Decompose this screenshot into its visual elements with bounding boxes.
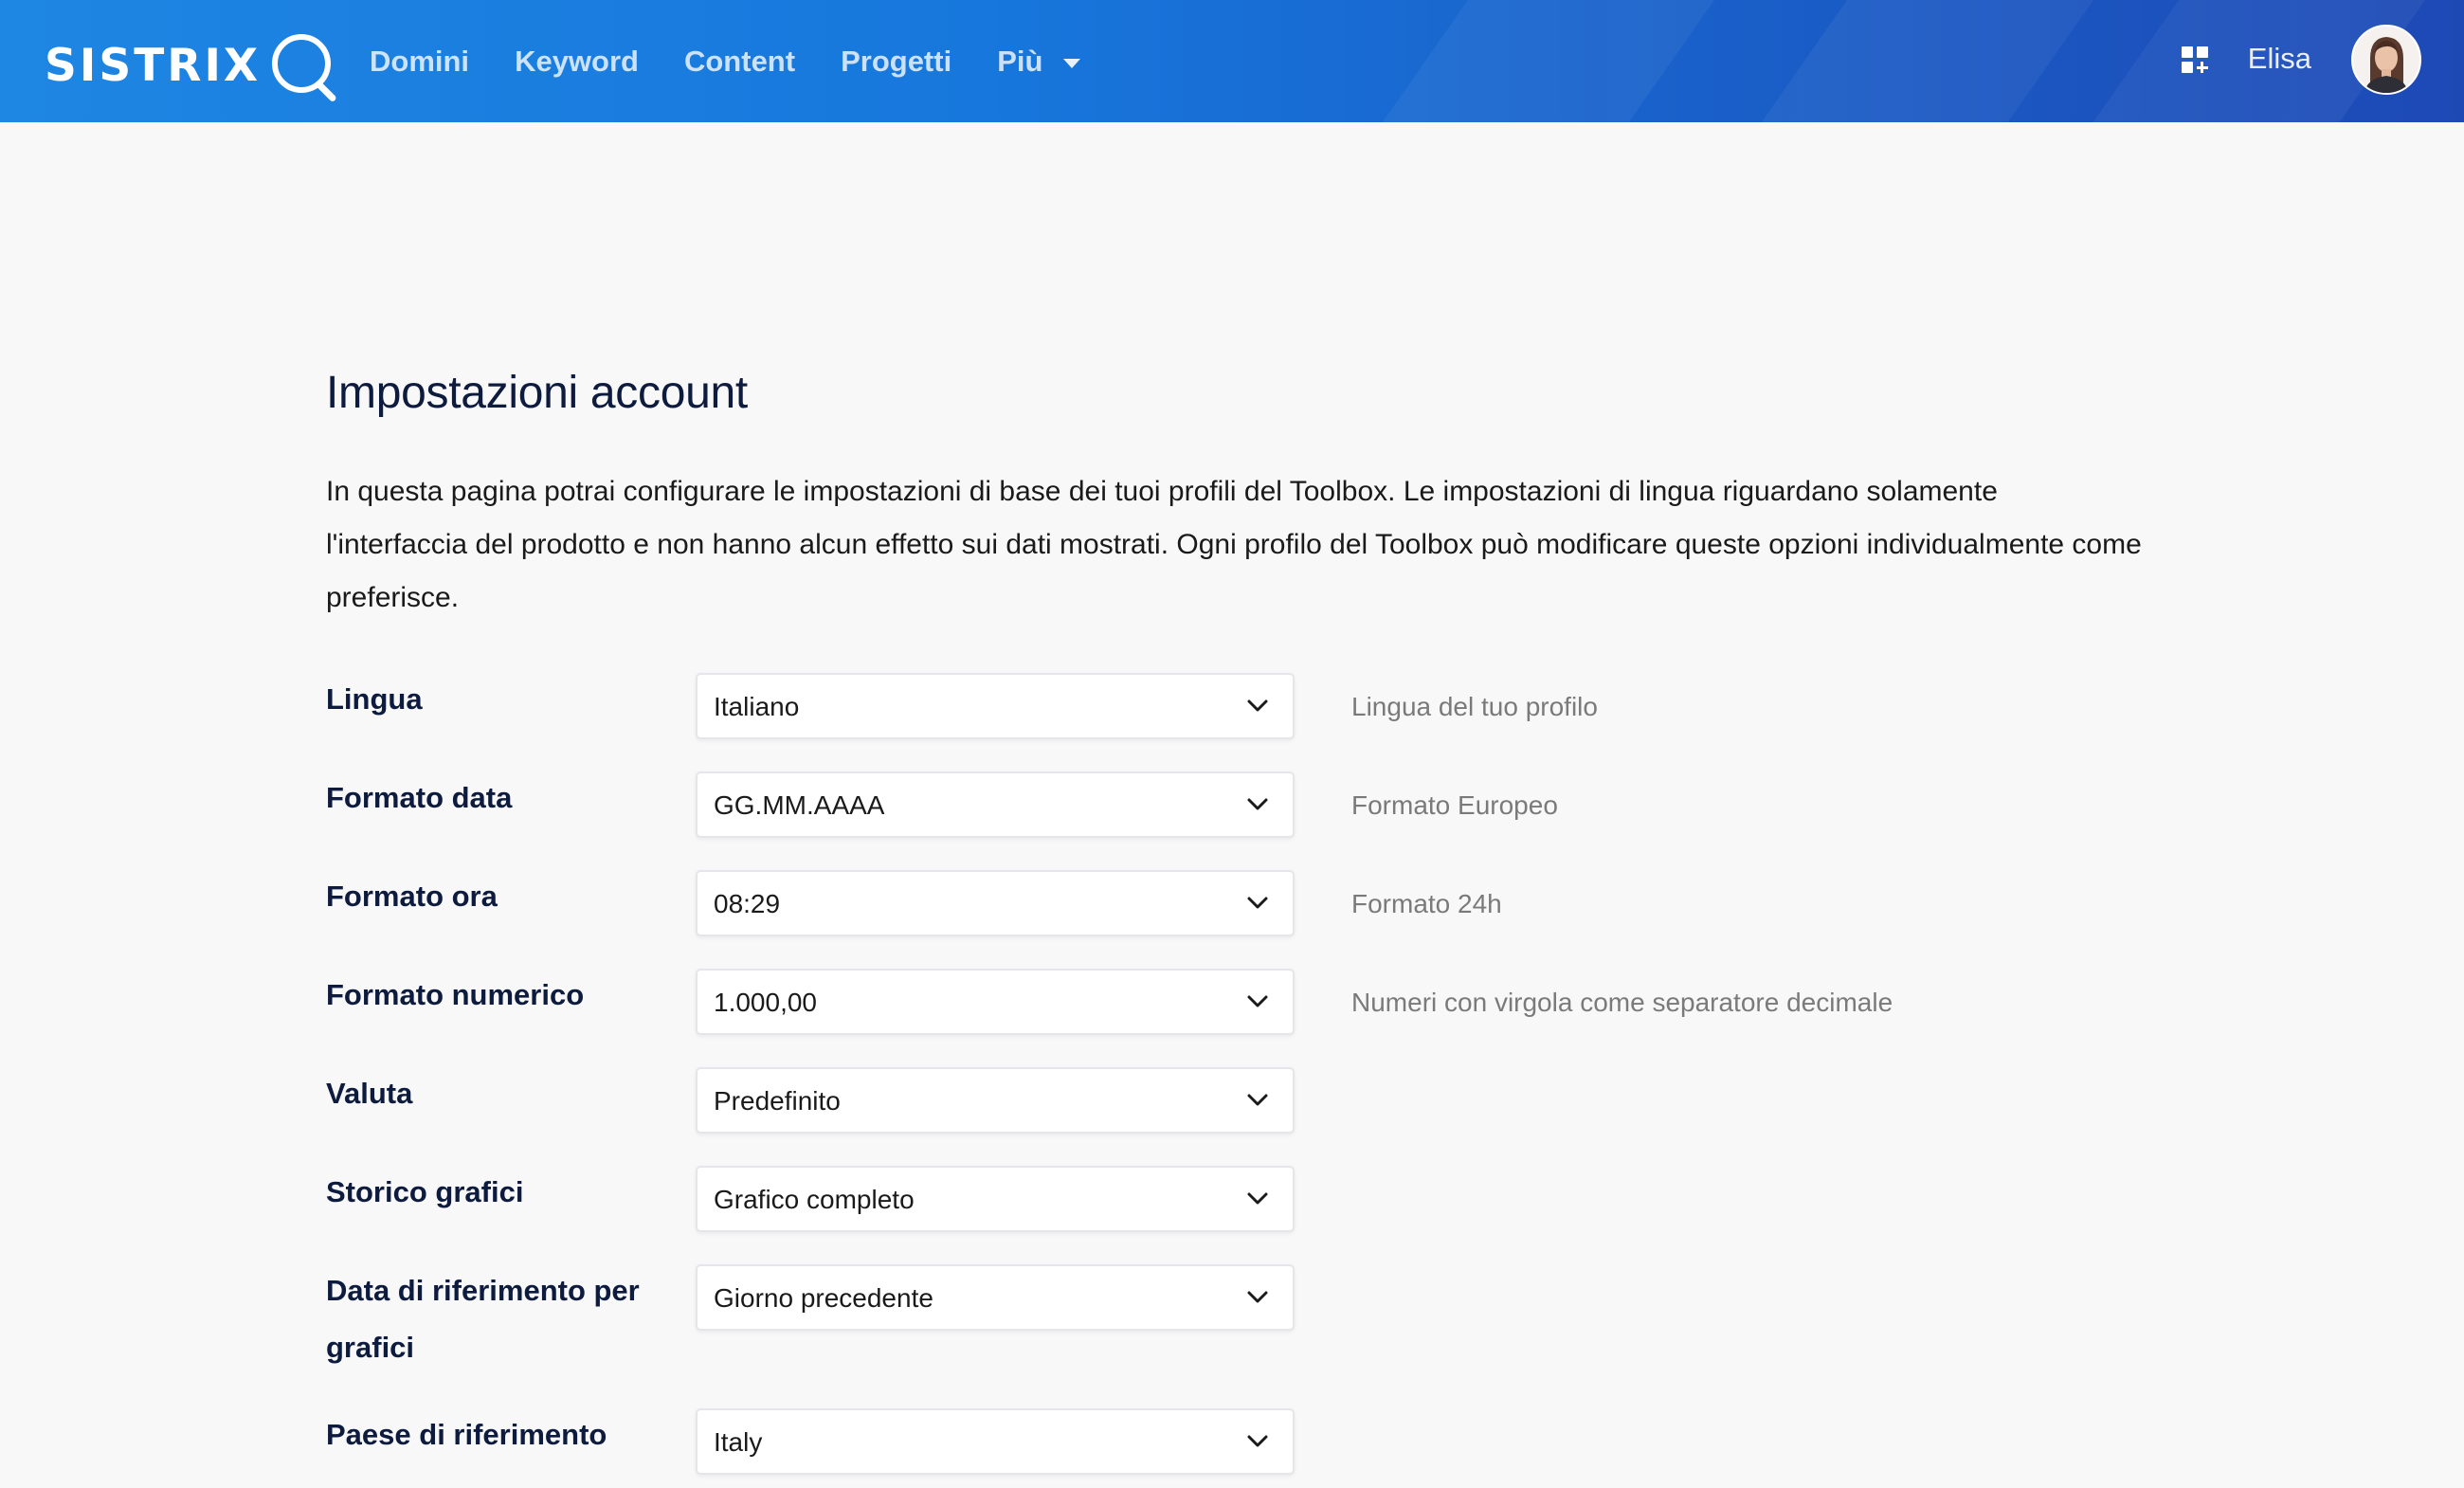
- setting-label: Formato numerico: [326, 978, 585, 1011]
- language-select[interactable]: Italiano: [696, 673, 1295, 739]
- chevron-down-icon: [1247, 897, 1268, 909]
- select-value: Italy: [714, 1427, 763, 1457]
- settings-form: Lingua Italiano Lingua del tuo profilo F…: [326, 0, 2127, 1488]
- reference-date-select[interactable]: Giorno precedente: [696, 1264, 1295, 1331]
- chevron-down-icon: [1247, 995, 1268, 1007]
- chevron-down-icon: [1247, 1192, 1268, 1205]
- setting-label: Formato ora: [326, 880, 498, 913]
- setting-label: Valuta: [326, 1077, 413, 1110]
- chevron-down-icon: [1247, 1094, 1268, 1106]
- reference-country-select[interactable]: Italy: [696, 1408, 1295, 1475]
- setting-hint: Formato Europeo: [1351, 790, 1558, 820]
- chevron-down-icon: [1247, 1435, 1268, 1447]
- user-name[interactable]: Elisa: [2248, 42, 2311, 76]
- number-format-select[interactable]: 1.000,00: [696, 969, 1295, 1035]
- setting-label: Storico grafici: [326, 1175, 524, 1208]
- logo-text: SISTRIX: [45, 39, 262, 92]
- select-value: 1.000,00: [714, 988, 817, 1017]
- setting-label: Paese di riferimento: [326, 1418, 607, 1451]
- setting-hint: Lingua del tuo profilo: [1351, 692, 1598, 721]
- setting-hint: Numeri con virgola come separatore decim…: [1351, 988, 1893, 1017]
- select-value: Giorno precedente: [714, 1283, 933, 1313]
- setting-hint: Formato 24h: [1351, 889, 1502, 918]
- avatar[interactable]: [2351, 24, 2421, 95]
- chevron-down-icon: [1247, 1291, 1268, 1303]
- setting-label: Lingua: [326, 682, 423, 716]
- select-value: GG.MM.AAAA: [714, 790, 885, 820]
- avatar-portrait-icon: [2353, 26, 2419, 93]
- currency-select[interactable]: Predefinito: [696, 1067, 1295, 1134]
- chevron-down-icon: [1247, 798, 1268, 810]
- select-value: 08:29: [714, 889, 781, 918]
- time-format-select[interactable]: 08:29: [696, 870, 1295, 936]
- select-value: Grafico completo: [714, 1185, 915, 1214]
- select-value: Italiano: [714, 692, 800, 721]
- sistrix-logo[interactable]: SISTRIX: [45, 28, 340, 103]
- chevron-down-icon: [1247, 699, 1268, 712]
- select-value: Predefinito: [714, 1086, 841, 1116]
- apps-grid-icon[interactable]: [2181, 45, 2210, 75]
- user-area: Elisa: [2181, 0, 2421, 122]
- date-format-select[interactable]: GG.MM.AAAA: [696, 771, 1295, 838]
- setting-label: Data di riferimento per grafici: [326, 1274, 640, 1364]
- setting-label: Formato data: [326, 781, 513, 814]
- chart-history-select[interactable]: Grafico completo: [696, 1166, 1295, 1232]
